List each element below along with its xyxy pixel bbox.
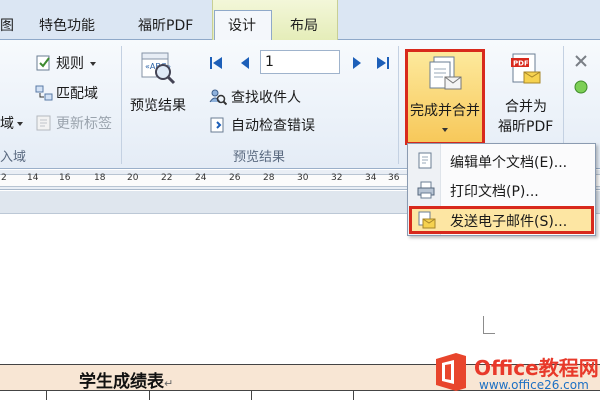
ruler-tick: 14	[27, 173, 39, 183]
menu-item-print-documents[interactable]: 打印文档(P)...	[409, 176, 594, 204]
ruler-tick: 2	[1, 173, 7, 183]
record-number-input[interactable]: 1	[260, 50, 340, 74]
office-logo-icon	[436, 353, 466, 391]
finish-and-merge-label: 完成并合并	[410, 103, 480, 119]
ruler-tick: 20	[127, 173, 139, 183]
ruler-tick: 28	[263, 173, 275, 183]
watermark-url: www.office26.com	[479, 378, 589, 392]
group-separator	[398, 46, 399, 164]
insert-field-label: 域	[0, 116, 14, 132]
table-column-line	[353, 391, 354, 400]
menu-item-label: 发送电子邮件(S)...	[450, 214, 568, 230]
svg-text:PDF: PDF	[513, 60, 529, 68]
first-record-button[interactable]	[209, 55, 223, 71]
ruler-tick: 32	[331, 173, 343, 183]
update-labels-icon	[36, 115, 51, 131]
close-icon[interactable]	[573, 53, 589, 69]
menu-item-send-email[interactable]: 发送电子邮件(S)...	[409, 206, 594, 234]
next-record-button[interactable]	[350, 55, 364, 71]
table-column-line	[46, 391, 47, 400]
chevron-down-icon	[17, 122, 23, 126]
group-label-insert-fields: 入域	[0, 150, 27, 165]
group-separator	[121, 46, 122, 164]
watermark-title: Office教程网	[474, 356, 599, 380]
finish-merge-icon	[429, 56, 462, 90]
previous-record-button[interactable]	[238, 55, 252, 71]
menu-item-edit-single-document[interactable]: 编辑单个文档(E)...	[409, 147, 594, 175]
preview-results-icon: «ABC»	[141, 52, 176, 85]
chevron-down-icon	[442, 128, 448, 132]
page-margin-corner-mark	[483, 316, 495, 334]
tab-layout[interactable]: 布局	[290, 12, 318, 40]
menu-item-label: 打印文档(P)...	[450, 184, 539, 200]
first-record-icon	[210, 57, 222, 69]
pdf-merge-icon: PDF	[511, 53, 541, 84]
ruler-tick: 18	[94, 173, 106, 183]
find-recipient-icon	[209, 89, 227, 106]
finish-merge-dropdown-menu: 编辑单个文档(E)... 打印文档(P)... 发送电子邮件(S)...	[407, 143, 596, 236]
auto-check-errors-label: 自动检查错误	[231, 118, 315, 134]
table-column-line	[251, 391, 252, 400]
paragraph-mark: ↵	[164, 377, 174, 390]
chevron-down-icon	[90, 62, 96, 66]
ruler-tick: 26	[229, 173, 241, 183]
tab-special-features[interactable]: 特色功能	[39, 12, 95, 40]
match-fields-icon	[35, 85, 53, 101]
update-labels-label: 更新标签	[56, 116, 112, 132]
rules-icon	[36, 55, 50, 71]
ruler-tick: 16	[59, 173, 71, 183]
ribbon-tab-bar: 图 特色功能 福昕PDF 设计 布局	[0, 0, 600, 41]
menu-item-label: 编辑单个文档(E)...	[450, 155, 568, 171]
match-fields-label: 匹配域	[56, 86, 98, 102]
table-column-line	[149, 391, 150, 400]
merge-to-pdf-label-line2: 福昕PDF	[498, 119, 554, 135]
find-recipient-label: 查找收件人	[231, 90, 301, 106]
previous-record-icon	[241, 57, 249, 69]
last-record-icon	[377, 57, 389, 69]
tab-partial[interactable]: 图	[0, 12, 14, 40]
ruler-tick: 36	[388, 173, 400, 183]
ruler-tick: 22	[161, 173, 173, 183]
status-dot-icon	[574, 80, 588, 94]
check-errors-icon	[210, 117, 224, 133]
rules-label: 规则	[56, 56, 84, 72]
finish-and-merge-button[interactable]: 完成并合并	[405, 49, 485, 145]
ruler-tick: 24	[195, 173, 207, 183]
preview-results-label: 预览结果	[130, 98, 186, 114]
email-icon	[418, 211, 436, 229]
tab-design[interactable]: 设计	[228, 12, 256, 40]
next-record-icon	[353, 57, 361, 69]
tab-fuxin-pdf[interactable]: 福昕PDF	[138, 12, 193, 40]
last-record-button[interactable]	[376, 55, 390, 71]
printer-icon	[417, 181, 435, 199]
ruler-tick: 34	[365, 173, 377, 183]
merge-to-pdf-label-line1: 合并为	[505, 99, 547, 115]
score-table-title[interactable]: 学生成绩表↵	[79, 367, 173, 392]
ruler-tick: 30	[297, 173, 309, 183]
group-label-preview-results: 预览结果	[233, 150, 286, 165]
edit-document-icon	[418, 152, 432, 169]
